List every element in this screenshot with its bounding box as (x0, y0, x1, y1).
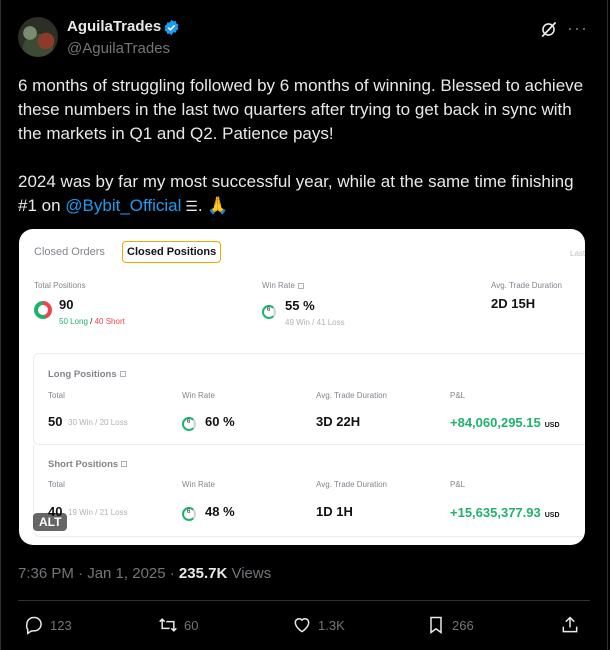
divider (18, 600, 590, 601)
long-total-sub: 30 Win / 20 Loss (68, 418, 128, 427)
author-handle[interactable]: @AguilaTrades (67, 40, 170, 57)
long-win-rate-gauge-icon: 6 (182, 417, 196, 431)
win-loss-summary: 49 Win / 41 Loss (285, 318, 345, 327)
long-duration-label: Avg. Trade Duration (316, 391, 388, 400)
short-count: 40 Short (94, 317, 125, 326)
long-pnl-value: +84,060,295.15 (450, 415, 541, 430)
bookmark-icon (430, 616, 442, 634)
attached-image-card[interactable]: Closed Orders Closed Positions Last Tota… (19, 229, 585, 545)
like-count: 1.3K (318, 617, 345, 633)
short-pnl-label: P&L (450, 480, 466, 489)
short-pnl: +15,635,377.93 USD (450, 504, 560, 522)
tab-last[interactable]: Last (570, 249, 585, 258)
long-win-rate-label: Win Rate (182, 391, 215, 400)
long-pnl-label: P&L (450, 391, 466, 400)
win-rate-label-text: Win Rate (262, 281, 295, 290)
external-link-icon (121, 461, 128, 468)
long-duration-value: 3D 22H (316, 414, 361, 429)
reply-button[interactable]: 123 (24, 615, 72, 635)
long-positions-panel: Long Positions Total 50 30 Win / 20 Loss… (33, 353, 585, 445)
short-positions-panel: Short Positions Total 40 19 Win / 21 Los… (33, 445, 585, 537)
long-title-text: Long Positions (48, 369, 117, 380)
short-total-label: Total (48, 480, 65, 489)
like-button[interactable]: 1.3K (292, 615, 345, 635)
split-separator: / (87, 317, 95, 326)
short-win-rate-value: 48 % (205, 504, 235, 519)
avg-duration-label: Avg. Trade Duration (491, 281, 563, 290)
long-pnl-currency: USD (544, 422, 560, 429)
external-link-icon (297, 282, 304, 289)
win-rate-label: Win Rate (262, 281, 304, 290)
avg-duration-value: 2D 15H (491, 296, 536, 311)
mention-link[interactable]: @Bybit_Official (65, 196, 181, 215)
win-rate-value: 55 % (285, 298, 315, 313)
more-options-icon[interactable]: ··· (567, 18, 588, 39)
timestamp[interactable]: 7:36 PM · Jan 1, 2025 · (18, 565, 179, 582)
tweet-text: 6 months of struggling followed by 6 mon… (18, 74, 598, 218)
short-win-rate-gauge-icon: 6 (182, 507, 196, 521)
donut-chart-icon (34, 301, 52, 319)
short-pnl-value: +15,635,377.93 (450, 505, 541, 520)
short-pnl-currency: USD (544, 512, 560, 519)
list-icon: ☰ (181, 198, 198, 214)
short-duration-value: 1D 1H (316, 504, 353, 519)
long-short-split: 50 Long / 40 Short (59, 317, 125, 326)
bookmark-count: 266 (452, 617, 474, 633)
heart-icon (294, 618, 310, 633)
tab-closed-orders[interactable]: Closed Orders (34, 246, 105, 258)
long-count: 50 Long (59, 317, 88, 326)
share-button[interactable] (560, 615, 586, 635)
short-title-text: Short Positions (48, 459, 119, 470)
repost-icon (159, 618, 177, 632)
short-positions-title: Short Positions (48, 459, 128, 470)
bookmark-button[interactable]: 266 (426, 615, 474, 635)
short-duration-label: Avg. Trade Duration (316, 480, 388, 489)
tab-closed-positions[interactable]: Closed Positions (122, 241, 222, 263)
short-total-sub: 19 Win / 21 Loss (68, 508, 128, 517)
long-positions-title: Long Positions (48, 369, 126, 380)
long-total-value: 50 (48, 414, 63, 429)
grok-icon[interactable] (539, 20, 558, 39)
views-count: 235.7K (178, 565, 228, 582)
avatar[interactable] (18, 17, 58, 57)
long-pnl: +84,060,295.15 USD (450, 414, 560, 432)
tweet-paragraph-1: 6 months of struggling followed by 6 mon… (18, 76, 588, 143)
external-link-icon (119, 371, 126, 378)
repost-button[interactable]: 60 (158, 615, 198, 635)
long-total-label: Total (48, 391, 65, 400)
long-win-rate-value: 60 % (205, 414, 235, 429)
tweet-paragraph-2-end: . 🙏 (197, 196, 229, 215)
repost-count: 60 (184, 617, 199, 633)
reply-count: 123 (50, 617, 72, 633)
total-positions-label: Total Positions (34, 281, 86, 290)
short-win-rate-label: Win Rate (182, 480, 215, 489)
author-name[interactable]: AguilaTrades (67, 18, 161, 35)
views-label: Views (227, 565, 272, 582)
total-positions-value: 90 (59, 297, 74, 312)
verified-badge-icon (164, 19, 179, 36)
alt-text-badge[interactable]: ALT (33, 513, 68, 531)
win-rate-gauge-icon: 6 (262, 305, 276, 319)
tweet-meta: 7:36 PM · Jan 1, 2025 · 235.7K Views (18, 565, 271, 582)
share-icon (562, 616, 578, 633)
reply-icon (25, 616, 42, 635)
